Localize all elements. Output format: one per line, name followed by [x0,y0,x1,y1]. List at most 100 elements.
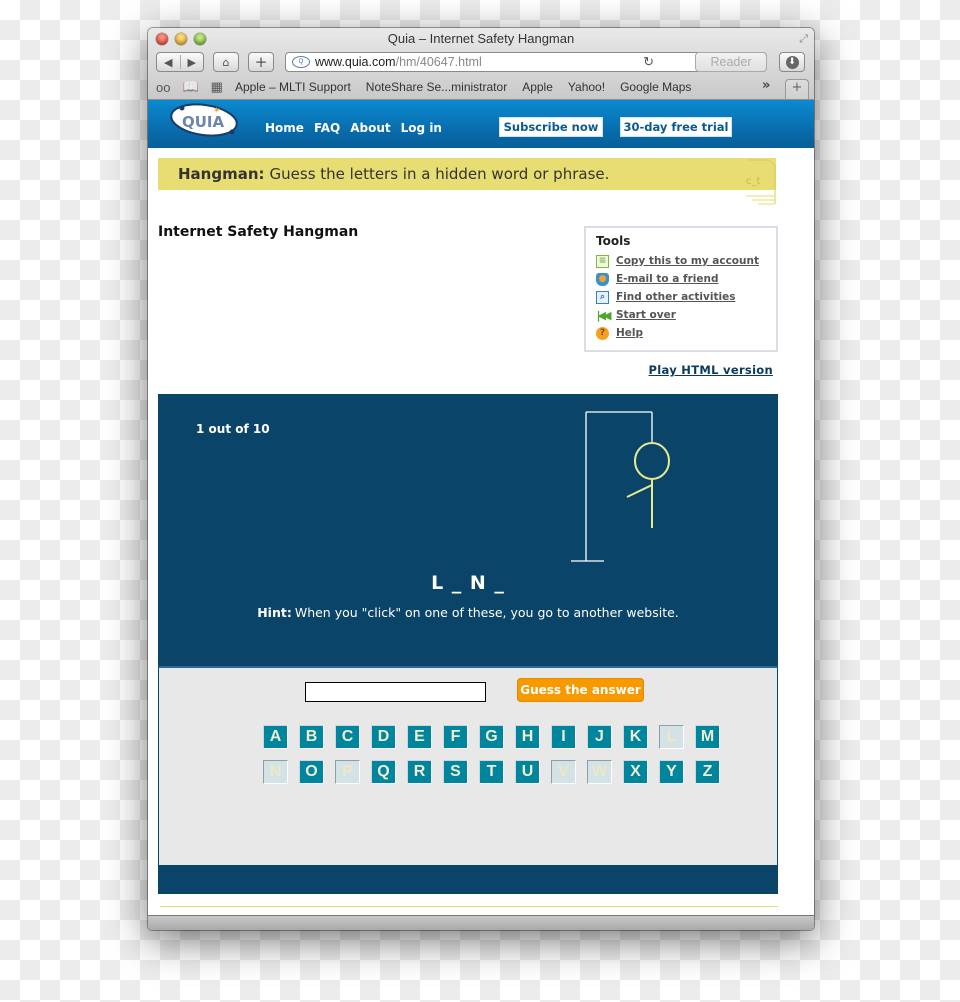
window-title: Quia – Internet Safety Hangman [387,31,575,46]
banner-text: Guess the letters in a hidden word or ph… [269,165,610,183]
site-header: QUIA ✶ Home FAQ About Log in Subscribe n… [148,100,814,148]
reload-icon[interactable]: ↻ [643,54,654,70]
download-icon: ⬇ [785,55,799,69]
gallows-drawing [571,411,670,562]
letter-row: ABCDEFGHIJKLM [263,725,733,749]
activity-banner: Hangman: Guess the letters in a hidden w… [158,158,776,190]
tool-help[interactable]: ? Help [596,324,766,342]
letter-key-r[interactable]: R [407,760,432,784]
forward-button[interactable]: ▶ [181,56,204,69]
home-button[interactable]: ⌂ [213,52,239,72]
nav-login-link[interactable]: Log in [401,121,442,135]
browser-window: Quia – Internet Safety Hangman ⤢ ◀ ▶ ⌂ +… [148,28,814,930]
tool-start-over[interactable]: |◀◀ Start over [596,306,766,324]
svg-text:c_t: c_t [746,176,760,187]
letter-key-p: P [335,760,360,784]
site-nav: Home FAQ About Log in [265,121,442,135]
find-icon: ⌕ [596,290,609,304]
bookmark-item[interactable]: Yahoo! [568,80,605,94]
tool-find[interactable]: ⌕ Find other activities [596,288,766,306]
fullscreen-icon[interactable]: ⤢ [799,32,808,46]
new-tab-button[interactable]: + [785,79,809,99]
tool-copy-link[interactable]: Copy this to my account [616,255,759,267]
home-icon: ⌂ [222,55,230,69]
back-button[interactable]: ◀ [157,56,180,69]
email-icon: ● [596,272,609,286]
letter-key-g[interactable]: G [479,725,504,749]
letter-key-f[interactable]: F [443,725,468,749]
nav-faq-link[interactable]: FAQ [314,121,340,135]
tool-find-link[interactable]: Find other activities [616,291,735,303]
add-bookmark-button[interactable]: + [248,52,274,72]
tool-help-link[interactable]: Help [616,327,643,339]
url-path: /hm/40647.html [395,55,482,69]
letter-key-s[interactable]: S [443,760,468,784]
hint-label: Hint: [257,605,292,620]
reading-list-icon[interactable]: oo [156,80,170,95]
url-host: www.quia.com [315,55,396,69]
tool-email[interactable]: ● E-mail to a friend [596,270,766,288]
tools-title: Tools [596,234,631,248]
play-html-version-link[interactable]: Play HTML version [649,363,773,377]
letter-key-h[interactable]: H [515,725,540,749]
letter-key-z[interactable]: Z [695,760,720,784]
hint-text: When you "click" on one of these, you go… [294,605,679,620]
tools-panel: Tools ≡ Copy this to my account ● E-mail… [584,226,778,352]
bookmark-item[interactable]: Google Maps [620,80,691,94]
page-title: Internet Safety Hangman [158,224,359,240]
banner-label: Hangman: [178,165,265,183]
browser-status-bar [148,915,814,930]
letter-key-d[interactable]: D [371,725,396,749]
bookmark-item[interactable]: NoteShare Se...ministrator [366,80,507,94]
letter-key-l: L [659,725,684,749]
guess-answer-button[interactable]: Guess the answer [517,678,644,702]
letter-key-j[interactable]: J [587,725,612,749]
nav-about-link[interactable]: About [350,121,390,135]
reader-button[interactable]: Reader [695,52,767,72]
bookmark-item[interactable]: Apple – MLTI Support [235,80,351,94]
letter-key-t[interactable]: T [479,760,504,784]
tool-email-link[interactable]: E-mail to a friend [616,273,719,285]
letter-key-y[interactable]: Y [659,760,684,784]
letter-key-e[interactable]: E [407,725,432,749]
nav-home-link[interactable]: Home [265,121,304,135]
quia-logo[interactable]: QUIA ✶ [168,102,240,138]
letter-key-c[interactable]: C [335,725,360,749]
word-display: L _ N _ [431,572,505,594]
back-forward-buttons: ◀ ▶ [156,52,204,72]
letter-key-a[interactable]: A [263,725,288,749]
letter-key-q[interactable]: Q [371,760,396,784]
letter-key-w: W [587,760,612,784]
top-sites-grid-icon[interactable]: ▦ [211,79,223,95]
svg-text:✶: ✶ [213,106,221,116]
downloads-button[interactable]: ⬇ [779,52,805,72]
letter-key-i[interactable]: I [551,725,576,749]
tool-copy[interactable]: ≡ Copy this to my account [596,252,766,270]
free-trial-button[interactable]: 30-day free trial [620,117,732,137]
tool-start-over-link[interactable]: Start over [616,309,676,321]
letter-key-u[interactable]: U [515,760,540,784]
stage-footer [158,866,778,894]
bookmarks-book-icon[interactable]: 📖 [182,79,198,95]
letter-key-x[interactable]: X [623,760,648,784]
copy-icon: ≡ [596,254,609,268]
letter-key-o[interactable]: O [299,760,324,784]
bookmark-item[interactable]: Apple [522,80,553,94]
hangman-activity-icon: c_t [746,159,776,205]
letter-row: NOPQRSTUVWXYZ [263,760,733,784]
bookmarks-bar: oo 📖 ▦ Apple – MLTI Support NoteShare Se… [156,77,706,97]
plus-icon: + [254,53,268,71]
guess-answer-input[interactable] [305,682,486,702]
letter-key-b[interactable]: B [299,725,324,749]
subscribe-button[interactable]: Subscribe now [499,117,603,137]
browser-toolbar: Quia – Internet Safety Hangman ⤢ ◀ ▶ ⌂ +… [148,28,814,100]
letter-key-n: N [263,760,288,784]
hangman-head [634,442,670,480]
start-over-icon: |◀◀ [596,308,612,322]
letter-key-k[interactable]: K [623,725,648,749]
letter-key-m[interactable]: M [695,725,720,749]
hangman-stage: 1 out of 10 L _ N _ Hint: When you "click… [158,394,778,666]
gallows [571,411,653,562]
more-bookmarks-chevron-icon[interactable]: » [762,78,770,93]
help-icon: ? [596,326,609,340]
